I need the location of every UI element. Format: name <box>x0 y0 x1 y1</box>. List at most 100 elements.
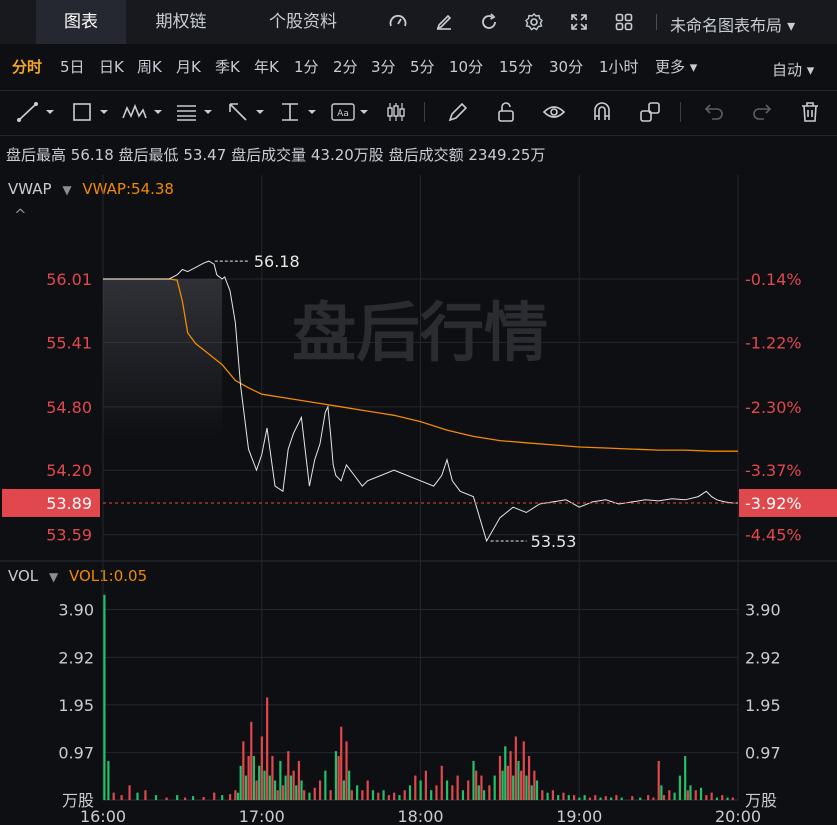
volume-bar <box>236 792 240 800</box>
volume-bar <box>165 797 168 800</box>
volume-bar <box>377 792 380 800</box>
volume-bar <box>273 780 277 800</box>
watermark: 盘后行情 <box>292 297 548 371</box>
volume-bar <box>509 751 512 800</box>
volume-bar <box>229 794 232 800</box>
pct-tick-right: -1.22% <box>745 333 802 352</box>
pct-tick-right: -3.37% <box>745 461 802 480</box>
volume-bar <box>239 765 242 800</box>
volume-bar <box>371 790 375 800</box>
volume-bar <box>403 790 406 800</box>
volume-bar <box>477 785 480 800</box>
volume-bar <box>279 760 282 800</box>
volume-bar <box>295 785 298 800</box>
time-tick: 20:00 <box>715 807 761 825</box>
volume-bar <box>440 765 443 800</box>
volume-bar <box>705 795 708 800</box>
volume-bar <box>660 785 663 800</box>
pct-tick-right: -4.45% <box>745 526 802 545</box>
volume-bar <box>604 796 607 800</box>
volume-bar <box>639 797 642 800</box>
volume-bar <box>154 795 158 800</box>
volume-bar <box>334 751 338 800</box>
volume-bar <box>483 790 486 800</box>
volume-bar <box>250 721 253 800</box>
volume-bar <box>419 780 422 800</box>
volume-bar <box>715 797 719 800</box>
volume-bar <box>620 797 623 800</box>
volume-bar <box>506 765 510 800</box>
volume-bar <box>340 726 343 800</box>
volume-bar <box>398 795 401 800</box>
volume-bar <box>366 780 369 800</box>
max-price-label: 56.18 <box>254 252 300 271</box>
volume-bar <box>144 790 147 800</box>
volume-bar <box>408 785 412 800</box>
volume-bar <box>678 775 681 800</box>
volume-bar <box>382 790 385 800</box>
volume-bar <box>699 787 703 800</box>
volume-bar <box>329 790 332 800</box>
volume-bar <box>221 795 224 800</box>
pct-tick-right: -2.30% <box>745 398 802 417</box>
volume-bar <box>350 790 353 800</box>
vol-tick-right: 3.90 <box>745 601 781 620</box>
volume-bar <box>578 797 581 800</box>
volume-bar <box>512 775 515 800</box>
volume-bar <box>435 785 438 800</box>
price-volume-chart[interactable]: 盘后行情 56.18 53.53 56.01 55.41 54.80 54.20 53.5… <box>0 0 837 825</box>
volume-bar <box>112 792 115 800</box>
volume-bar <box>456 775 459 800</box>
volume-bar <box>136 792 139 800</box>
time-tick: 16:00 <box>80 807 126 825</box>
price-tick-left: 55.41 <box>46 333 92 352</box>
volume-bar <box>493 775 496 800</box>
volume-bar <box>546 792 549 800</box>
price-area <box>103 279 223 440</box>
volume-bar <box>268 775 271 800</box>
volume-bar <box>533 770 536 800</box>
time-tick: 18:00 <box>397 807 443 825</box>
volume-bar <box>414 775 417 800</box>
volume-bar <box>562 792 565 800</box>
volume-bar <box>387 795 390 800</box>
volume-bar <box>461 790 465 800</box>
volume-bar <box>631 796 634 800</box>
volume-bar <box>289 775 293 800</box>
volume-bar <box>348 770 351 800</box>
volume-bar <box>120 795 123 800</box>
volume-bar <box>668 790 671 800</box>
volume-bar <box>610 797 613 800</box>
volume-bar <box>647 795 650 800</box>
volume-bar <box>557 795 560 800</box>
vol-tick-right: 0.97 <box>745 744 781 763</box>
volume-bar <box>430 790 433 800</box>
time-tick: 17:00 <box>239 807 285 825</box>
volume-bar <box>480 775 483 800</box>
volume-bar <box>710 792 713 800</box>
volume-bar <box>234 790 237 800</box>
volume-bar <box>255 780 258 800</box>
volume-bar <box>424 770 427 800</box>
volume-bar <box>721 795 724 800</box>
min-price-label: 53.53 <box>531 532 577 551</box>
volume-bar <box>472 760 475 800</box>
volume-bar <box>686 790 689 800</box>
volume-bar <box>522 741 525 800</box>
volume-bar <box>731 797 734 800</box>
volume-bar <box>244 775 248 800</box>
volume-bar <box>551 790 554 800</box>
volume-bar <box>657 760 660 800</box>
volume-bar <box>393 792 396 800</box>
current-price-text: 53.89 <box>46 494 92 513</box>
volume-bar <box>300 780 303 800</box>
volume-bar <box>342 780 345 800</box>
volume-bar <box>281 785 285 800</box>
vol-tick-right: 2.92 <box>745 648 781 667</box>
volume-bar <box>247 756 250 800</box>
volume-bar <box>271 756 274 800</box>
volume-bar <box>501 770 504 800</box>
volume-bar <box>673 792 676 800</box>
volume-bar <box>276 790 279 800</box>
volume-bar <box>684 756 687 800</box>
